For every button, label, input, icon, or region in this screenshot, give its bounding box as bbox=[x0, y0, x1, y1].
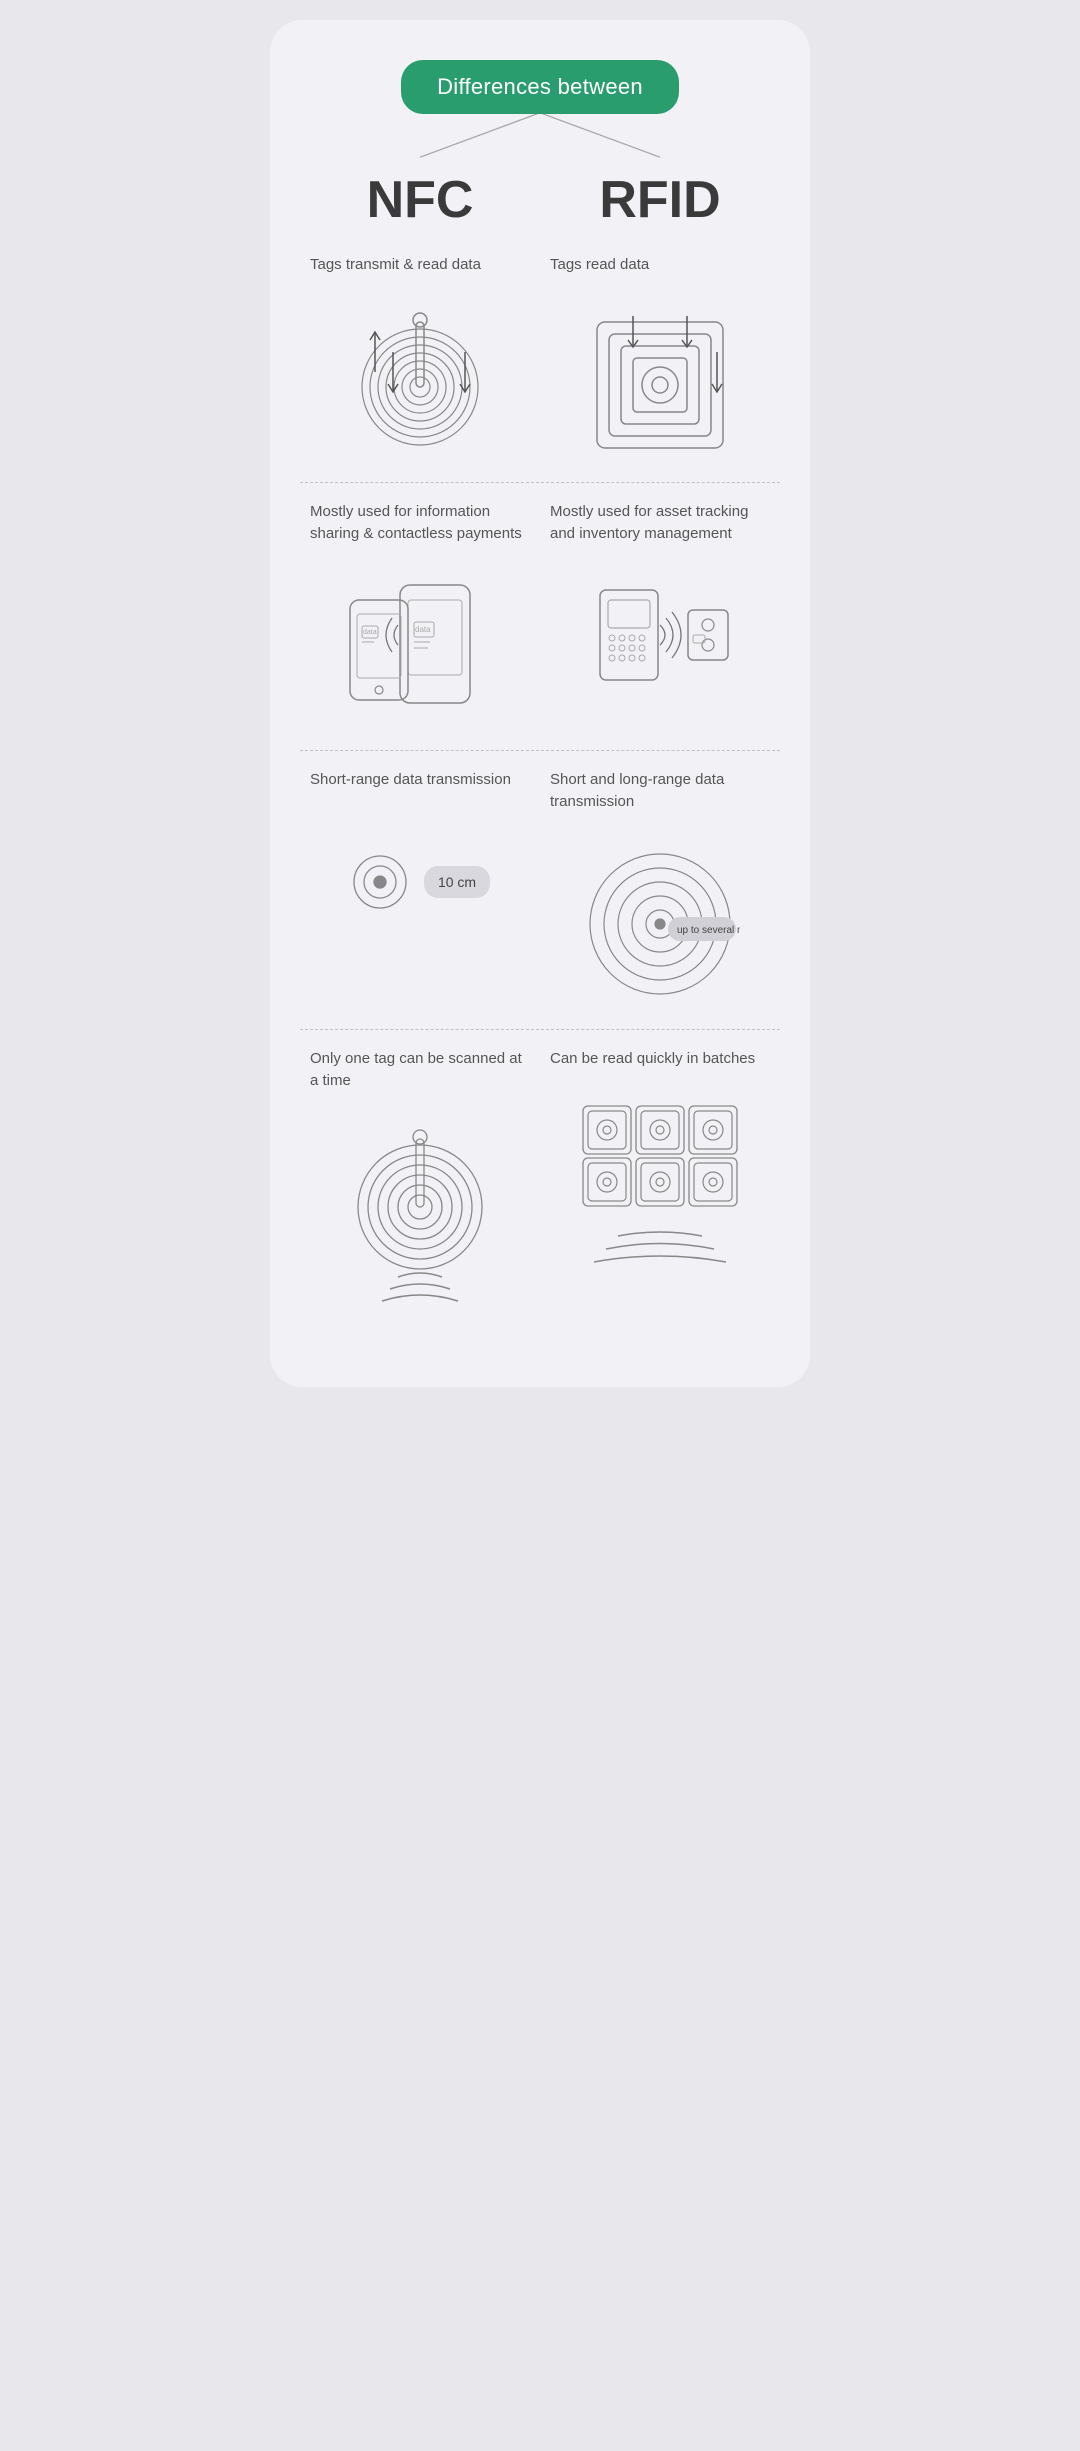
rfid-tag-illustration bbox=[540, 292, 780, 472]
nfc-tag-illustration bbox=[300, 292, 540, 472]
nfc-range-illustration: 10 cm bbox=[300, 807, 540, 967]
nfc-batch-col: Only one tag can be scanned at a time bbox=[300, 1048, 540, 1338]
section-tags: Tags transmit & read data bbox=[300, 254, 780, 1337]
header-badge-text: Differences between bbox=[437, 74, 643, 99]
titles-row: NFC RFID bbox=[300, 160, 780, 254]
nfc-range-label: Short-range data transmission bbox=[300, 769, 540, 807]
nfc-tags-label: Tags transmit & read data bbox=[300, 254, 540, 292]
nfc-tags-col: Tags transmit & read data bbox=[300, 254, 540, 472]
nfc-usage-col: Mostly used for information sharing & co… bbox=[300, 501, 540, 741]
rfid-usage-illustration bbox=[540, 560, 780, 740]
rfid-batch-col: Can be read quickly in batches bbox=[540, 1048, 780, 1338]
rfid-tags-col: Tags read data bbox=[540, 254, 780, 472]
rfid-usage-label: Mostly used for asset tracking and inven… bbox=[540, 501, 780, 561]
header-lines bbox=[300, 110, 780, 160]
nfc-title: NFC bbox=[300, 160, 540, 254]
rfid-range-label: Short and long-range data transmission bbox=[540, 769, 780, 829]
rfid-batch-label: Can be read quickly in batches bbox=[540, 1048, 780, 1086]
nfc-batch-label: Only one tag can be scanned at a time bbox=[300, 1048, 540, 1108]
nfc-usage-label: Mostly used for information sharing & co… bbox=[300, 501, 540, 561]
rfid-range-illustration: up to several meters bbox=[540, 829, 780, 1019]
rfid-tags-label: Tags read data bbox=[540, 254, 780, 292]
svg-text:data: data bbox=[415, 625, 431, 634]
nfc-batch-illustration bbox=[300, 1107, 540, 1337]
svg-text:up to several meters: up to several meters bbox=[677, 925, 740, 936]
rfid-batch-illustration bbox=[540, 1086, 780, 1316]
nfc-usage-illustration: data data bbox=[300, 560, 540, 740]
nfc-distance-label: 10 cm bbox=[424, 866, 490, 898]
nfc-range-col: Short-range data transmission 10 cm bbox=[300, 769, 540, 1019]
rfid-usage-col: Mostly used for asset tracking and inven… bbox=[540, 501, 780, 741]
svg-text:data: data bbox=[363, 629, 377, 636]
rfid-title: RFID bbox=[540, 160, 780, 254]
header-badge: Differences between bbox=[401, 60, 679, 114]
main-card: Differences between NFC RFID Tags transm… bbox=[270, 20, 810, 1387]
rfid-range-col: Short and long-range data transmission u… bbox=[540, 769, 780, 1019]
